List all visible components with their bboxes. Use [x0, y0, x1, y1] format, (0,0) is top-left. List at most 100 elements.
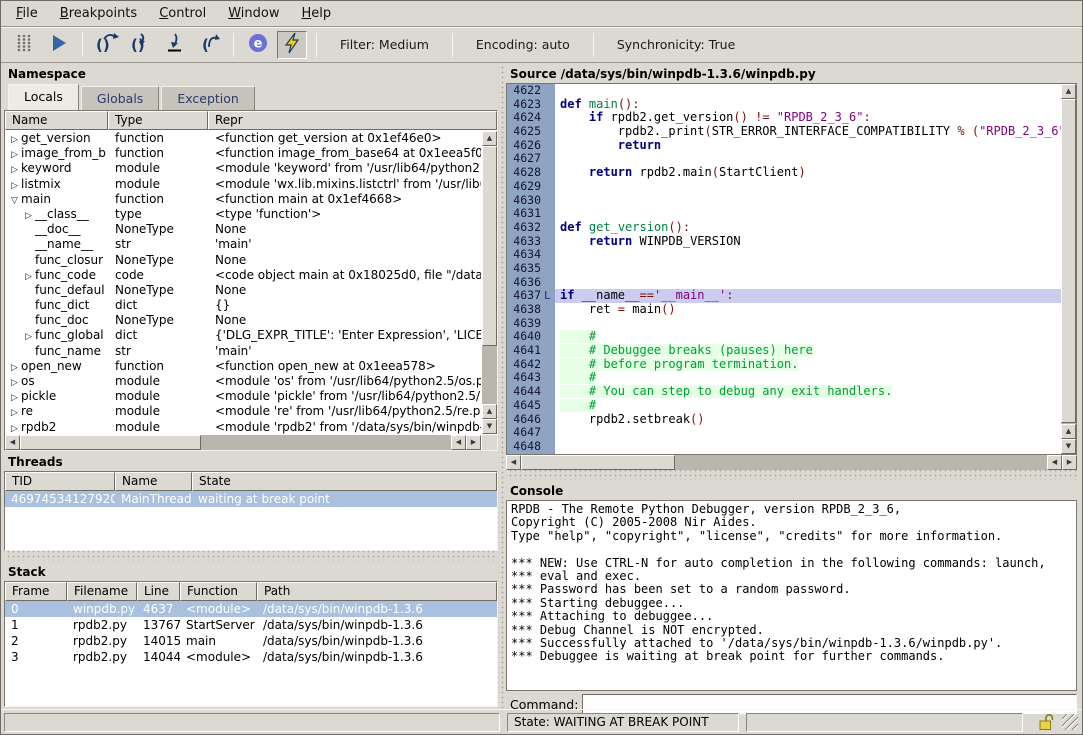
source-vscrollbar[interactable]: ▲ ▲ ▼ — [1061, 84, 1076, 454]
line-number-gutter[interactable]: 4623 — [507, 98, 555, 112]
stack-list[interactable]: FrameFilenameLineFunctionPath 0winpdb.py… — [4, 581, 498, 707]
namespace-row[interactable]: ▷remodule<module 're' from '/usr/lib64/p… — [6, 404, 481, 419]
stack-col-filename[interactable]: Filename — [67, 582, 137, 601]
scroll-up-icon[interactable]: ▲ — [482, 131, 497, 146]
synchronicity-button[interactable] — [277, 31, 307, 59]
line-number-gutter[interactable]: 4622 — [507, 84, 555, 98]
namespace-row[interactable]: ▷func_globaldict{'DLG_EXPR_TITLE': 'Ente… — [6, 328, 481, 343]
break-button[interactable] — [9, 31, 39, 59]
tree-expand-icon[interactable]: ▷ — [8, 361, 21, 374]
namespace-row[interactable]: func_docNoneTypeNone — [6, 313, 481, 328]
scroll-left-icon[interactable]: ◀ — [5, 435, 20, 450]
scroll-left-icon[interactable]: ◀ — [1047, 455, 1062, 470]
line-number-gutter[interactable]: 4626 — [507, 139, 555, 153]
namespace-vscrollbar[interactable]: ▲ ▲ ▼ — [482, 131, 497, 434]
main-splitter[interactable] — [498, 63, 506, 709]
threads-col-tid[interactable]: TID — [5, 472, 115, 491]
scroll-left-icon[interactable]: ◀ — [451, 435, 466, 450]
scroll-right-icon[interactable]: ▶ — [466, 435, 481, 450]
namespace-row[interactable]: ▷rpdb2module<module 'rpdb2' from '/data/… — [6, 420, 481, 434]
line-number-gutter[interactable]: 4641 — [507, 344, 555, 358]
namespace-row[interactable]: ▷listmixmodule<module 'wx.lib.mixins.lis… — [6, 177, 481, 192]
scroll-up-icon[interactable]: ▲ — [482, 404, 497, 419]
line-number-gutter[interactable]: 4630 — [507, 194, 555, 208]
threads-col-state[interactable]: State — [192, 472, 497, 491]
scroll-thumb[interactable] — [521, 455, 675, 470]
tree-expand-icon[interactable]: ▷ — [8, 179, 21, 192]
stack-col-path[interactable]: Path — [257, 582, 497, 601]
line-number-gutter[interactable]: 4643 — [507, 371, 555, 385]
tree-expand-icon[interactable]: ▷ — [22, 209, 35, 222]
namespace-row[interactable]: ▷image_from_bfunction<function image_fro… — [6, 146, 481, 161]
namespace-col-name[interactable]: Name — [5, 111, 108, 130]
stack-row[interactable]: 2rpdb2.py14015main/data/sys/bin/winpdb-1… — [5, 633, 497, 649]
tree-expand-icon[interactable]: ▷ — [8, 148, 21, 161]
line-number-gutter[interactable]: 4634 — [507, 248, 555, 262]
line-number-gutter[interactable]: 4628 — [507, 166, 555, 180]
namespace-hscrollbar[interactable]: ◀ ◀ ▶ — [5, 435, 481, 450]
tree-expand-icon[interactable]: ▷ — [8, 391, 21, 404]
line-number-gutter[interactable]: 4644 — [507, 385, 555, 399]
line-number-gutter[interactable]: 4647 — [507, 426, 555, 440]
tree-collapse-icon[interactable]: ▽ — [8, 194, 21, 207]
tab-exception[interactable]: Exception — [161, 86, 255, 110]
threads-row[interactable]: 46974534127920MainThreadwaiting at break… — [5, 491, 497, 507]
menu-window[interactable]: Window — [217, 2, 290, 25]
line-number-gutter[interactable]: 4637L — [507, 289, 555, 303]
threads-stack-splitter[interactable] — [4, 551, 498, 561]
stack-col-line[interactable]: Line — [137, 582, 180, 601]
scroll-thumb[interactable] — [1061, 99, 1076, 423]
line-number-gutter[interactable]: 4624 — [507, 111, 555, 125]
step-button[interactable]: () — [126, 31, 156, 59]
namespace-row[interactable]: ▽mainfunction<function main at 0x1ef4668… — [6, 192, 481, 207]
source-editor[interactable]: 46224623def main():4624 if rpdb2.get_ver… — [506, 83, 1077, 455]
tree-expand-icon[interactable]: ▷ — [22, 330, 35, 343]
line-number-gutter[interactable]: 4625 — [507, 125, 555, 139]
tree-expand-icon[interactable]: ▷ — [8, 376, 21, 389]
namespace-list[interactable]: NameTypeRepr ▷get_versionfunction<functi… — [4, 110, 498, 451]
line-number-gutter[interactable]: 4639 — [507, 317, 555, 331]
threads-col-name[interactable]: Name — [115, 472, 192, 491]
namespace-row[interactable]: ▷osmodule<module 'os' from '/usr/lib64/p… — [6, 374, 481, 389]
namespace-row[interactable]: func_closurNoneTypeNone — [6, 253, 481, 268]
scroll-left-icon[interactable]: ◀ — [506, 455, 521, 470]
encoding-button[interactable]: e — [243, 31, 273, 59]
tree-expand-icon[interactable]: ▷ — [22, 270, 35, 283]
scroll-down-icon[interactable]: ▼ — [482, 419, 497, 434]
tree-expand-icon[interactable]: ▷ — [8, 163, 21, 176]
tab-locals[interactable]: Locals — [8, 84, 79, 110]
return-button[interactable]: ( — [194, 31, 224, 59]
namespace-row[interactable]: func_namestr'main' — [6, 344, 481, 359]
scroll-thumb[interactable] — [482, 146, 497, 346]
menu-help[interactable]: Help — [290, 2, 342, 25]
namespace-row[interactable]: __doc__NoneTypeNone — [6, 222, 481, 237]
scroll-thumb[interactable] — [20, 435, 201, 450]
line-number-gutter[interactable]: 4648 — [507, 440, 555, 454]
tab-globals[interactable]: Globals — [81, 86, 159, 110]
namespace-row[interactable]: func_dictdict{} — [6, 298, 481, 313]
line-number-gutter[interactable]: 4627 — [507, 152, 555, 166]
namespace-row[interactable]: ▷__class__type<type 'function'> — [6, 207, 481, 222]
line-number-gutter[interactable]: 4638 — [507, 303, 555, 317]
namespace-row[interactable]: ▷func_codecode<code object main at 0x180… — [6, 268, 481, 283]
line-number-gutter[interactable]: 4629 — [507, 180, 555, 194]
stack-row[interactable]: 3rpdb2.py14044<module>/data/sys/bin/winp… — [5, 649, 497, 665]
tree-expand-icon[interactable]: ▷ — [8, 406, 21, 419]
stack-col-frame[interactable]: Frame — [5, 582, 67, 601]
stack-col-function[interactable]: Function — [180, 582, 257, 601]
scroll-up-icon[interactable]: ▲ — [1061, 84, 1076, 99]
tree-expand-icon[interactable]: ▷ — [8, 133, 21, 146]
line-number-gutter[interactable]: 4642 — [507, 358, 555, 372]
tree-expand-icon[interactable]: ▷ — [8, 422, 21, 434]
line-number-gutter[interactable]: 4640 — [507, 330, 555, 344]
stack-row[interactable]: 0winpdb.py4637<module>/data/sys/bin/winp… — [5, 601, 497, 617]
source-hscrollbar[interactable]: ◀ ◀ ▶ — [506, 455, 1077, 470]
menu-file[interactable]: File — [5, 2, 49, 25]
line-number-gutter[interactable]: 4633 — [507, 235, 555, 249]
line-number-gutter[interactable]: 4631 — [507, 207, 555, 221]
line-number-gutter[interactable]: 4636 — [507, 276, 555, 290]
line-number-gutter[interactable]: 4635 — [507, 262, 555, 276]
scroll-up-icon[interactable]: ▲ — [1061, 424, 1076, 439]
next-button[interactable]: () — [92, 31, 122, 59]
resize-grip[interactable] — [1062, 714, 1078, 730]
